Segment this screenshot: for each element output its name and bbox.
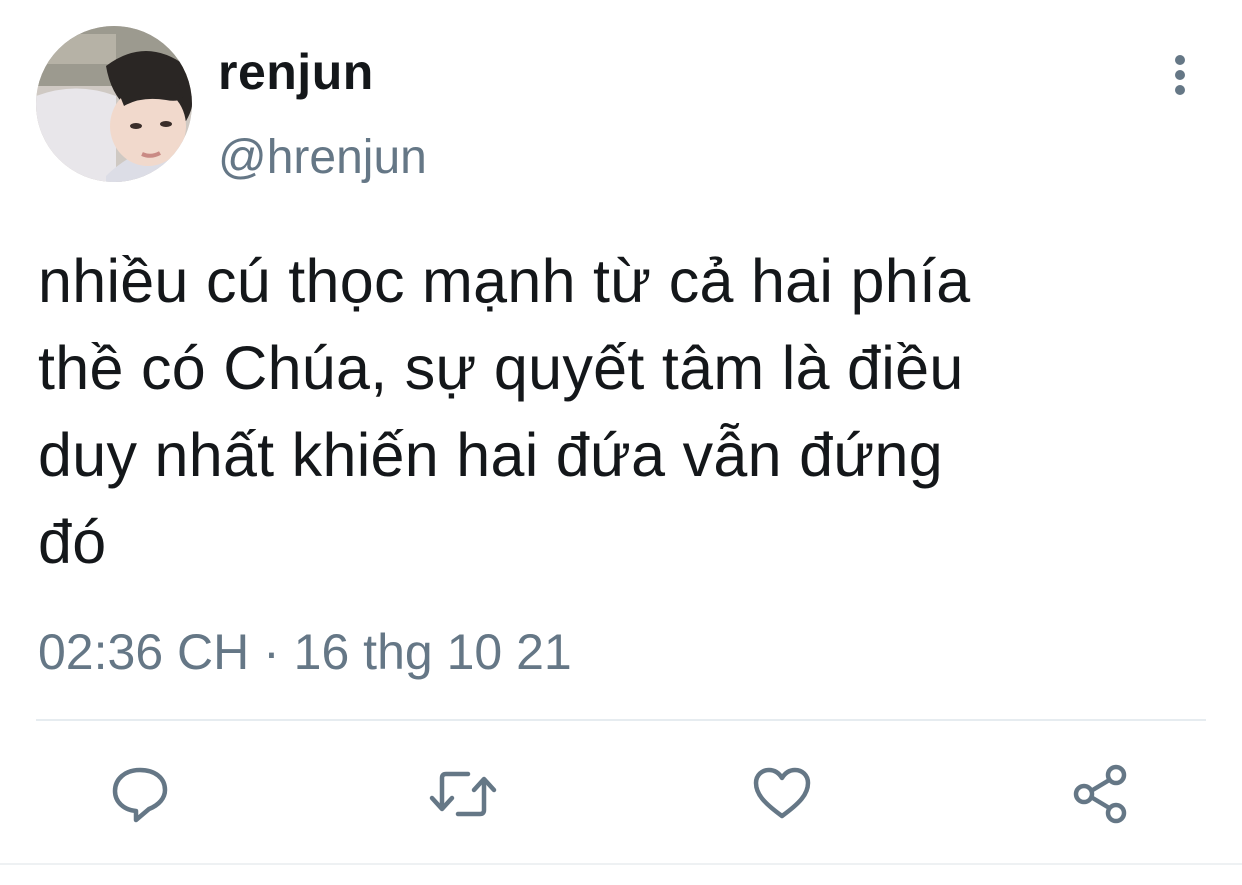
share-button[interactable] [1070, 762, 1134, 826]
retweet-button[interactable] [428, 762, 497, 826]
heart-icon [753, 767, 811, 819]
tweet-timestamp[interactable]: 02:36 CH · 16 thg 10 21 [38, 622, 572, 682]
more-vertical-icon [1175, 55, 1185, 95]
like-button[interactable] [750, 762, 814, 826]
more-options-button[interactable] [1160, 50, 1200, 100]
display-name[interactable]: renjun [218, 42, 374, 102]
tweet-card: renjun @hrenjun nhiều cú thọc mạnh từ cả… [0, 0, 1242, 885]
avatar[interactable] [36, 26, 192, 182]
bottom-divider [0, 863, 1242, 865]
reply-bubble-icon [112, 767, 168, 823]
avatar-photo [36, 26, 192, 182]
retweet-icon [429, 771, 497, 817]
tweet-text: nhiều cú thọc mạnh từ cả hai phía thề có… [38, 247, 971, 576]
reply-button[interactable] [108, 762, 172, 826]
user-handle[interactable]: @hrenjun [218, 128, 427, 188]
divider [36, 719, 1206, 721]
share-icon [1073, 764, 1127, 824]
